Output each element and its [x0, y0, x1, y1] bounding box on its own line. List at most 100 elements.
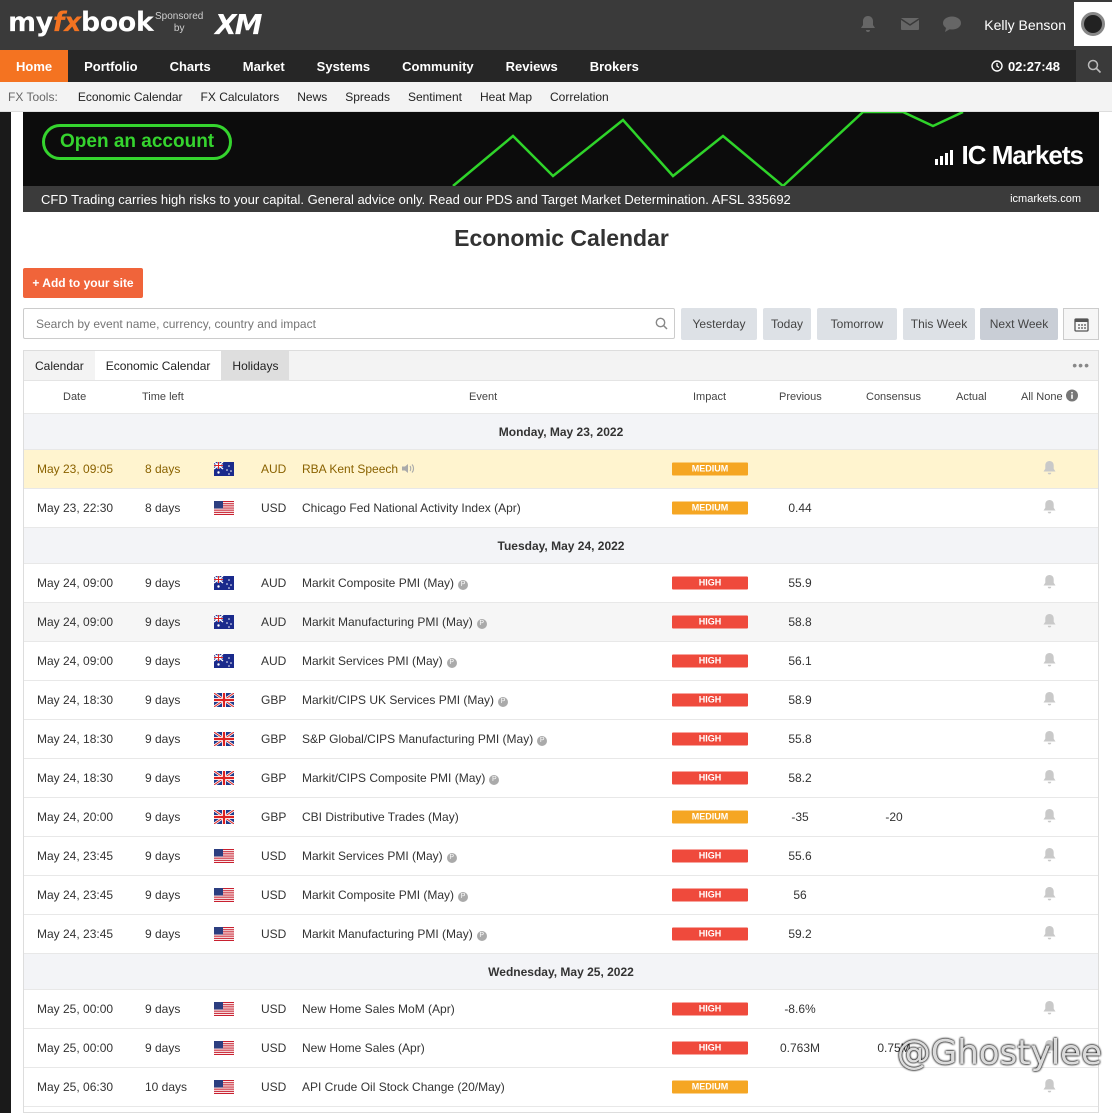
row-date: May 23, 22:30 — [37, 501, 114, 515]
table-row[interactable]: May 24, 09:00 9 days AUD Markit Services PM… — [24, 642, 1098, 681]
myfxbook-logo[interactable]: myfxbook — [8, 7, 154, 38]
col-event[interactable]: Event — [469, 391, 497, 403]
ad-banner[interactable]: Open an account IC Markets CFD Trading c… — [23, 112, 1099, 212]
tool-economic-calendar[interactable]: Economic Calendar — [78, 90, 183, 104]
alert-bell-icon[interactable] — [1042, 1000, 1057, 1019]
alert-bell-icon[interactable] — [1042, 574, 1057, 593]
row-event[interactable]: Markit Composite PMI (May) P — [302, 576, 469, 590]
open-account-button[interactable]: Open an account — [42, 124, 233, 160]
tab-calendar[interactable]: Calendar — [24, 351, 95, 380]
row-currency: USD — [261, 927, 287, 941]
row-event[interactable]: Markit Manufacturing PMI (May) P — [302, 615, 487, 629]
table-row[interactable]: May 25, 06:30 10 days USD API Crude Oil Sto… — [24, 1068, 1098, 1107]
range-today-button[interactable]: Today — [763, 308, 811, 340]
alert-bell-icon[interactable] — [1042, 1078, 1057, 1097]
table-row[interactable]: May 24, 23:45 9 days USD Markit Manufacturi… — [24, 915, 1098, 954]
row-event[interactable]: CBI Distributive Trades (May) — [302, 810, 459, 824]
range-tomorrow-button[interactable]: Tomorrow — [817, 308, 897, 340]
table-row[interactable]: May 25, 00:00 9 days USD New Home Sales MoM… — [24, 990, 1098, 1029]
chat-icon[interactable] — [942, 14, 962, 34]
add-to-site-button[interactable]: + Add to your site — [23, 268, 143, 298]
row-event[interactable]: Markit Services PMI (May) P — [302, 849, 457, 863]
table-row[interactable]: May 23, 22:30 8 days USD Chicago Fed Nation… — [24, 489, 1098, 528]
nav-community[interactable]: Community — [386, 50, 490, 82]
speaker-icon — [398, 462, 415, 476]
table-row[interactable]: May 24, 23:45 9 days USD Markit Services PM… — [24, 837, 1098, 876]
row-currency: USD — [261, 888, 287, 902]
username[interactable]: Kelly Benson — [984, 17, 1066, 33]
col-actual[interactable]: Actual — [956, 391, 987, 403]
alert-bell-icon[interactable] — [1042, 769, 1057, 788]
table-row[interactable]: May 24, 18:30 9 days GBP Markit/CIPS UK Ser… — [24, 681, 1098, 720]
row-event-name: RBA Kent Speech — [302, 462, 399, 476]
range-next-week-button[interactable]: Next Week — [980, 308, 1058, 340]
alert-bell-icon[interactable] — [1042, 886, 1057, 905]
row-event[interactable]: S&P Global/CIPS Manufacturing PMI (May) P — [302, 732, 548, 746]
nav-charts[interactable]: Charts — [154, 50, 227, 82]
tool-news[interactable]: News — [297, 90, 327, 104]
row-event[interactable]: API Crude Oil Stock Change (20/May) — [302, 1080, 505, 1094]
alert-bell-icon[interactable] — [1042, 499, 1057, 518]
bell-icon[interactable] — [858, 14, 878, 34]
range-this-week-button[interactable]: This Week — [903, 308, 975, 340]
table-row[interactable]: May 23, 09:05 8 days AUD RBA Kent Speech MED… — [24, 450, 1098, 489]
row-event[interactable]: New Home Sales MoM (Apr) — [302, 1002, 455, 1016]
nav-market[interactable]: Market — [227, 50, 301, 82]
header-search-button[interactable] — [1076, 50, 1112, 82]
nav-reviews[interactable]: Reviews — [490, 50, 574, 82]
table-row[interactable]: May 24, 09:00 9 days AUD Markit Manufacturi… — [24, 603, 1098, 642]
impact-badge: MEDIUM — [672, 501, 748, 515]
avatar[interactable] — [1074, 2, 1112, 46]
alert-bell-icon[interactable] — [1042, 808, 1057, 827]
row-event-name: Markit/CIPS Composite PMI (May) — [302, 771, 486, 785]
col-impact[interactable]: Impact — [693, 391, 726, 403]
col-previous[interactable]: Previous — [779, 391, 822, 403]
alert-bell-icon[interactable] — [1042, 613, 1057, 632]
tool-heat-map[interactable]: Heat Map — [480, 90, 532, 104]
nav-systems[interactable]: Systems — [301, 50, 386, 82]
row-event[interactable]: Markit/CIPS UK Services PMI (May) P — [302, 693, 509, 707]
col-all-none[interactable]: All None — [1021, 391, 1063, 403]
tool-sentiment[interactable]: Sentiment — [408, 90, 462, 104]
row-event[interactable]: Chicago Fed National Activity Index (Apr… — [302, 501, 521, 515]
row-event[interactable]: Markit/CIPS Composite PMI (May) P — [302, 771, 500, 785]
nav-home[interactable]: Home — [0, 50, 69, 82]
header-icons — [858, 14, 962, 34]
alert-bell-icon[interactable] — [1042, 730, 1057, 749]
row-event[interactable]: Markit Services PMI (May) P — [302, 654, 457, 668]
table-header: Date Time left Event Impact Previous Con… — [24, 381, 1098, 414]
col-date[interactable]: Date — [63, 391, 86, 403]
tab-economic-calendar[interactable]: Economic Calendar — [94, 351, 222, 380]
table-row[interactable]: May 24, 18:30 9 days GBP S&P Global/CIPS Ma… — [24, 720, 1098, 759]
tool-spreads[interactable]: Spreads — [345, 90, 390, 104]
table-row[interactable]: May 24, 23:45 9 days USD Markit Composite P… — [24, 876, 1098, 915]
row-event[interactable]: Markit Manufacturing PMI (May) P — [302, 927, 487, 941]
alert-bell-icon[interactable] — [1042, 847, 1057, 866]
info-icon[interactable] — [1066, 389, 1078, 405]
row-event[interactable]: RBA Kent Speech — [302, 462, 415, 476]
table-row[interactable]: May 24, 09:00 9 days AUD Markit Composite P… — [24, 564, 1098, 603]
row-event[interactable]: Markit Composite PMI (May) P — [302, 888, 469, 902]
col-time-left[interactable]: Time left — [142, 391, 184, 403]
search-input[interactable] — [23, 308, 675, 339]
more-options-icon[interactable]: ••• — [1072, 357, 1090, 373]
table-row[interactable]: May 24, 18:30 9 days GBP Markit/CIPS Compos… — [24, 759, 1098, 798]
alert-bell-icon[interactable] — [1042, 652, 1057, 671]
nav-portfolio[interactable]: Portfolio — [68, 50, 153, 82]
calendar-picker-button[interactable] — [1063, 308, 1099, 340]
xm-sponsor-logo[interactable]: XM — [215, 8, 262, 41]
alert-bell-icon[interactable] — [1042, 460, 1057, 479]
range-yesterday-button[interactable]: Yesterday — [681, 308, 757, 340]
nav-brokers[interactable]: Brokers — [574, 50, 655, 82]
tool-correlation[interactable]: Correlation — [550, 90, 609, 104]
alert-bell-icon[interactable] — [1042, 925, 1057, 944]
table-row[interactable]: May 24, 20:00 9 days GBP CBI Distributive T… — [24, 798, 1098, 837]
row-currency: AUD — [261, 615, 287, 629]
alert-bell-icon[interactable] — [1042, 691, 1057, 710]
row-event[interactable]: New Home Sales (Apr) — [302, 1041, 425, 1055]
tool-fx-calculators[interactable]: FX Calculators — [201, 90, 280, 104]
col-consensus[interactable]: Consensus — [866, 391, 921, 403]
envelope-icon[interactable] — [900, 14, 920, 34]
tab-holidays[interactable]: Holidays — [221, 351, 290, 380]
row-time-left: 9 days — [145, 576, 181, 590]
